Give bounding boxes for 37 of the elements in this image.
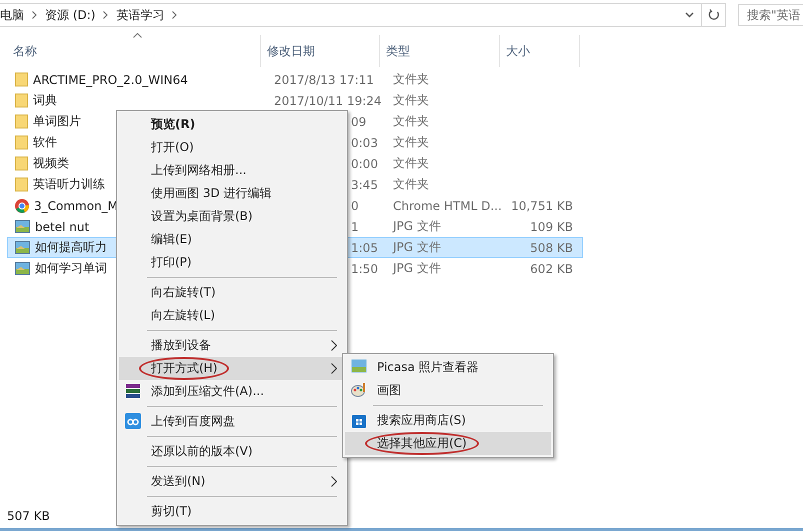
- file-name: 英语听力训练: [33, 176, 105, 193]
- modified-date: 0:03: [351, 136, 378, 150]
- file-type: JPG 文件: [391, 218, 442, 235]
- file-type: JPG 文件: [391, 260, 442, 277]
- file-size: 109 KB: [529, 220, 573, 234]
- file-name: betel nut: [35, 220, 90, 234]
- annotation-ellipse: 打开方式(H): [139, 357, 230, 380]
- modified-date: 3:45: [351, 178, 378, 192]
- file-name: ARCTIME_PRO_2.0_WIN64: [33, 72, 188, 86]
- file-type: 文件夹: [392, 71, 430, 88]
- file-name: 词典: [33, 92, 57, 109]
- file-type: 文件夹: [392, 176, 430, 193]
- file-name: 软件: [33, 134, 57, 151]
- file-type: 文件夹: [392, 134, 430, 151]
- status-text: 507 KB: [7, 508, 50, 522]
- file-type: 文件夹: [392, 92, 430, 109]
- modified-date: 0:00: [351, 156, 378, 170]
- file-type: JPG 文件: [391, 239, 442, 256]
- annotation-ellipse: 选择其他应用(C): [365, 432, 479, 455]
- modified-date: 2017/10/11 19:24: [274, 94, 382, 108]
- file-name: 如何提高听力: [35, 239, 107, 256]
- file-size: 508 KB: [529, 240, 573, 254]
- file-size: 10,751 KB: [510, 198, 573, 212]
- file-name: 3_Common_M: [34, 198, 118, 212]
- modified-date: 1: [351, 220, 359, 234]
- file-name: 视频类: [33, 155, 69, 172]
- file-size: 602 KB: [529, 262, 573, 276]
- file-type: 文件夹: [392, 113, 430, 130]
- modified-date: 09: [351, 114, 366, 128]
- file-type: Chrome HTML D...: [392, 198, 503, 212]
- file-name: 如何学习单词: [35, 260, 107, 277]
- file-type: 文件夹: [392, 155, 430, 172]
- file-name: 单词图片: [33, 113, 81, 130]
- modified-date: 0: [351, 198, 359, 212]
- modified-date: 1:05: [351, 240, 378, 254]
- modified-date: 2017/8/13 17:11: [274, 72, 374, 86]
- modified-date: 1:50: [351, 262, 378, 276]
